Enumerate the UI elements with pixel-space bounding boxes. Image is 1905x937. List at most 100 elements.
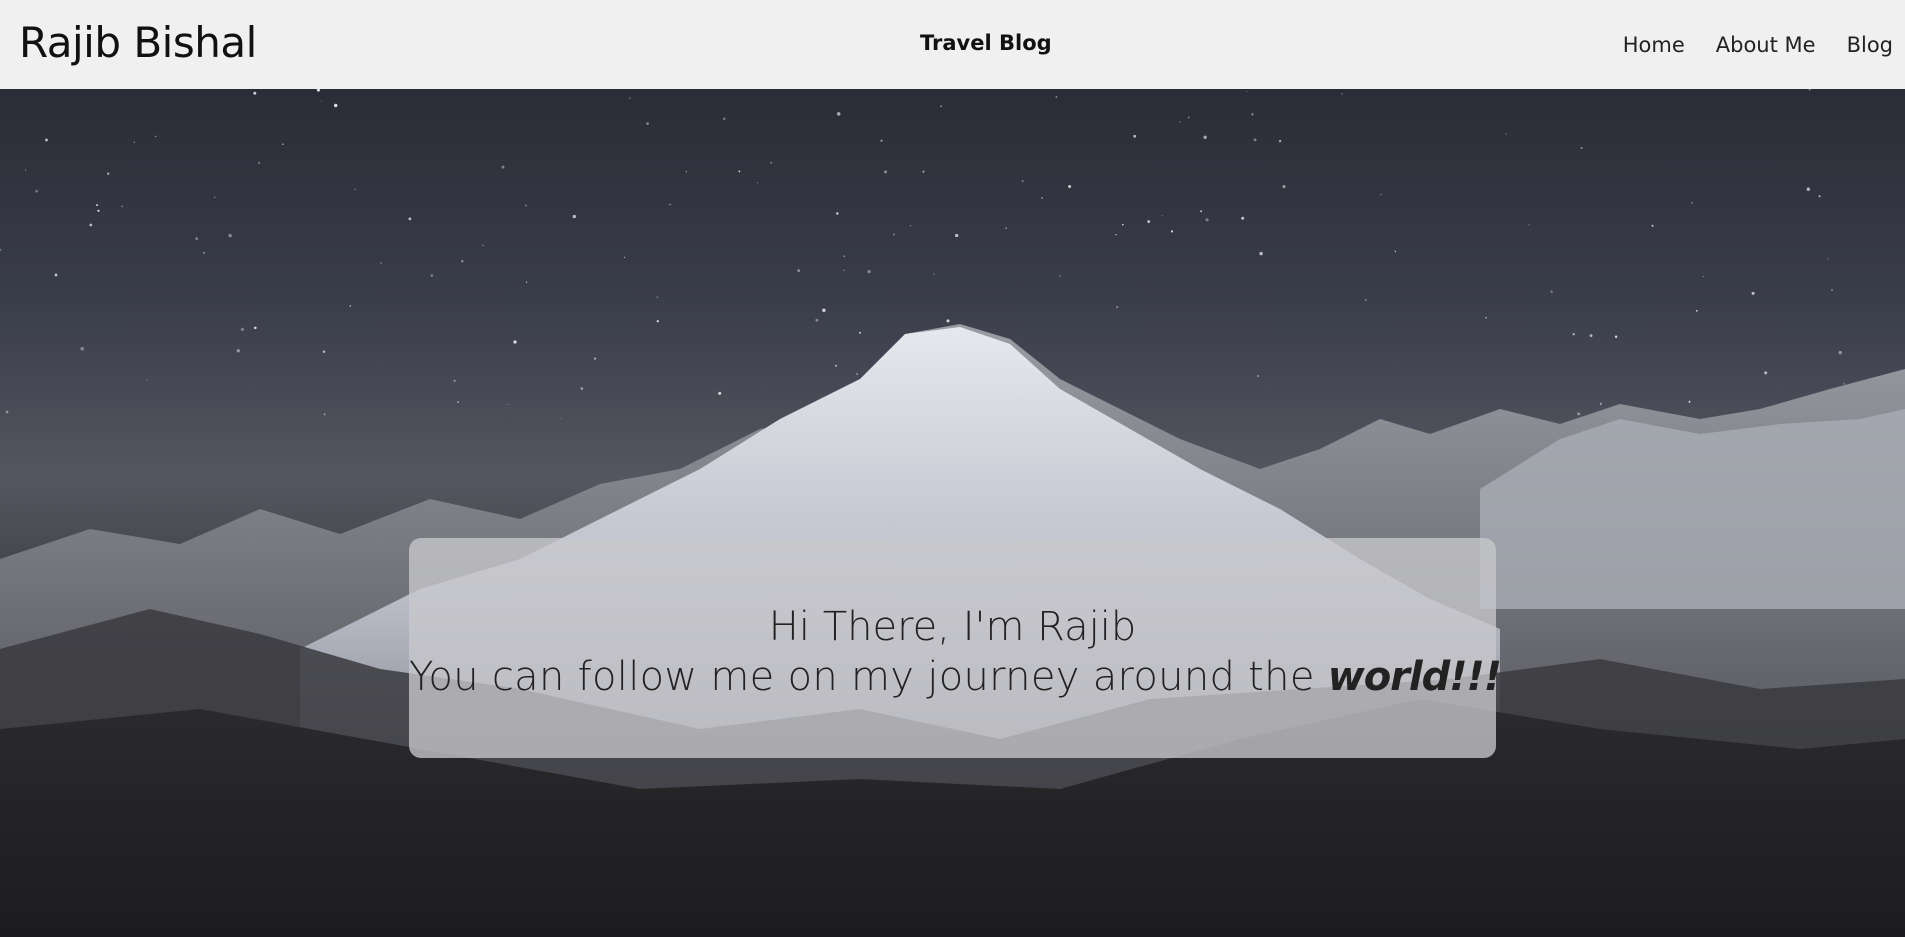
star — [1341, 93, 1343, 95]
star — [154, 135, 157, 138]
star — [5, 410, 9, 414]
star — [501, 165, 505, 169]
star — [121, 205, 123, 208]
star — [1695, 309, 1698, 312]
star — [880, 139, 883, 142]
star — [1688, 400, 1691, 403]
star — [1599, 402, 1602, 405]
star — [1068, 184, 1072, 189]
star — [461, 259, 464, 263]
star — [258, 161, 261, 164]
star — [323, 413, 326, 416]
star — [45, 138, 48, 142]
star — [408, 217, 412, 221]
star — [623, 256, 626, 258]
star — [815, 318, 819, 322]
star — [946, 319, 950, 323]
star — [482, 244, 484, 247]
star — [1572, 333, 1575, 336]
star — [525, 281, 528, 283]
star — [1257, 375, 1259, 377]
star — [836, 212, 839, 215]
star — [349, 305, 352, 307]
star — [858, 331, 861, 334]
star — [933, 273, 935, 275]
star — [1380, 194, 1382, 196]
star — [1818, 195, 1821, 198]
hero-greeting: Hi There, I'm Rajib — [768, 604, 1137, 650]
star — [0, 248, 2, 251]
nav-links: Home About Me Blog — [1623, 32, 1905, 58]
star — [354, 188, 356, 190]
star — [1808, 89, 1811, 91]
star — [1806, 187, 1810, 191]
star — [1187, 116, 1190, 119]
star — [843, 269, 845, 271]
star — [525, 204, 527, 207]
star — [254, 326, 257, 330]
star — [1838, 350, 1842, 355]
star — [770, 161, 773, 164]
nav-link-home[interactable]: Home — [1623, 32, 1685, 58]
star — [1614, 335, 1618, 339]
star — [1651, 224, 1654, 227]
star — [910, 225, 912, 227]
star — [797, 269, 800, 272]
star — [1251, 113, 1254, 116]
star — [133, 141, 135, 143]
navbar: Rajib Bishal Travel Blog Home About Me B… — [0, 0, 1905, 89]
star — [822, 308, 826, 313]
star — [955, 233, 959, 238]
nav-link-blog[interactable]: Blog — [1847, 32, 1893, 58]
star — [1116, 305, 1119, 309]
star — [1764, 371, 1768, 375]
star — [723, 117, 726, 120]
star — [322, 350, 326, 353]
star — [1246, 90, 1248, 93]
site-brand[interactable]: Rajib Bishal — [19, 18, 257, 68]
star — [1170, 230, 1174, 233]
hero-tagline-line: You can follow me on my journey around t… — [409, 652, 1502, 702]
star — [513, 340, 517, 344]
nav-link-about-me[interactable]: About Me — [1716, 32, 1816, 58]
star — [1021, 180, 1024, 183]
star — [333, 103, 338, 108]
star — [97, 209, 100, 212]
star — [843, 255, 845, 257]
star — [89, 223, 93, 227]
star — [253, 91, 257, 95]
star — [1580, 146, 1583, 149]
star — [316, 89, 320, 92]
star — [922, 170, 925, 173]
star — [560, 417, 562, 420]
star — [457, 401, 459, 403]
star — [1179, 121, 1181, 123]
star — [1843, 383, 1846, 385]
star — [1282, 185, 1286, 189]
star — [1691, 201, 1694, 204]
star — [1364, 299, 1367, 301]
star — [380, 262, 383, 265]
star — [240, 327, 245, 332]
star — [836, 112, 841, 116]
star — [646, 122, 649, 125]
star — [1505, 133, 1507, 135]
star — [96, 204, 99, 207]
star — [195, 237, 199, 241]
star — [228, 233, 232, 238]
star — [629, 97, 631, 99]
star — [1528, 224, 1530, 226]
star — [80, 347, 84, 351]
star — [107, 172, 110, 175]
star — [594, 357, 597, 360]
star — [940, 105, 942, 108]
star — [1115, 233, 1117, 236]
hero-section: Hi There, I'm Rajib You can follow me on… — [0, 89, 1905, 937]
star — [1133, 134, 1137, 138]
star — [856, 373, 859, 376]
star — [580, 387, 584, 390]
star — [320, 100, 322, 102]
star — [1394, 250, 1397, 253]
star — [281, 143, 284, 146]
star — [1205, 218, 1209, 222]
